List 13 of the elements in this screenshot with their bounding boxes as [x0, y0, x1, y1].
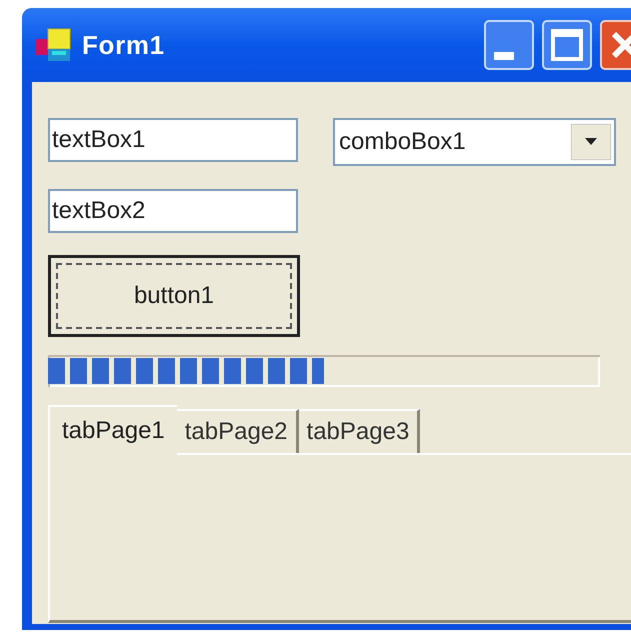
- minimize-button[interactable]: [484, 20, 534, 70]
- minimize-icon: [494, 52, 514, 60]
- window-title: Form1: [82, 28, 165, 62]
- combo-box[interactable]: comboBox1: [333, 118, 616, 166]
- tab[interactable]: tabPage2: [176, 409, 299, 453]
- maximize-icon: [551, 29, 583, 61]
- dropdown-arrow-icon[interactable]: [571, 124, 611, 160]
- text-field[interactable]: textBox1: [48, 118, 298, 162]
- tab[interactable]: tabPage3: [298, 409, 420, 453]
- maximize-button[interactable]: [542, 20, 592, 70]
- tab[interactable]: tabPage1: [48, 405, 177, 455]
- text-field[interactable]: textBox2: [48, 189, 298, 233]
- push-button[interactable]: button1: [48, 255, 300, 337]
